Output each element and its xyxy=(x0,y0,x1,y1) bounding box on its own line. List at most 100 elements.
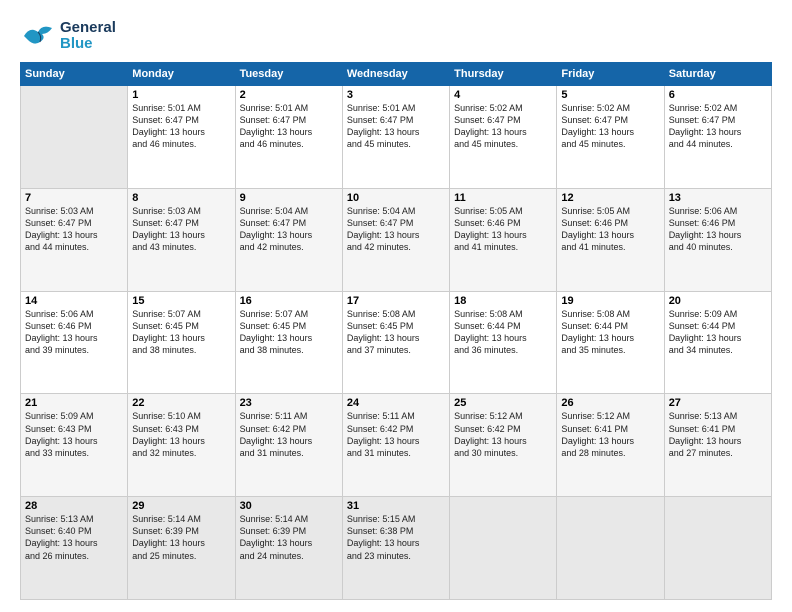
day-info: Sunrise: 5:05 AMSunset: 6:46 PMDaylight:… xyxy=(454,205,552,254)
header: General Blue xyxy=(20,18,772,54)
weekday-header-tuesday: Tuesday xyxy=(235,63,342,86)
day-cell: 3Sunrise: 5:01 AMSunset: 6:47 PMDaylight… xyxy=(342,86,449,189)
day-number: 28 xyxy=(25,500,123,512)
day-number: 24 xyxy=(347,397,445,409)
day-cell: 8Sunrise: 5:03 AMSunset: 6:47 PMDaylight… xyxy=(128,188,235,291)
weekday-header-friday: Friday xyxy=(557,63,664,86)
day-info: Sunrise: 5:08 AMSunset: 6:44 PMDaylight:… xyxy=(454,308,552,357)
day-cell xyxy=(557,497,664,600)
day-number: 6 xyxy=(669,89,767,101)
day-number: 17 xyxy=(347,295,445,307)
day-cell: 17Sunrise: 5:08 AMSunset: 6:45 PMDayligh… xyxy=(342,291,449,394)
day-number: 12 xyxy=(561,192,659,204)
day-info: Sunrise: 5:14 AMSunset: 6:39 PMDaylight:… xyxy=(132,513,230,562)
day-number: 5 xyxy=(561,89,659,101)
day-number: 10 xyxy=(347,192,445,204)
day-number: 30 xyxy=(240,500,338,512)
day-cell: 7Sunrise: 5:03 AMSunset: 6:47 PMDaylight… xyxy=(21,188,128,291)
day-info: Sunrise: 5:03 AMSunset: 6:47 PMDaylight:… xyxy=(25,205,123,254)
day-info: Sunrise: 5:08 AMSunset: 6:45 PMDaylight:… xyxy=(347,308,445,357)
day-info: Sunrise: 5:11 AMSunset: 6:42 PMDaylight:… xyxy=(240,410,338,459)
logo: General Blue xyxy=(20,18,116,54)
day-cell: 18Sunrise: 5:08 AMSunset: 6:44 PMDayligh… xyxy=(450,291,557,394)
weekday-header-monday: Monday xyxy=(128,63,235,86)
day-cell: 6Sunrise: 5:02 AMSunset: 6:47 PMDaylight… xyxy=(664,86,771,189)
day-cell: 11Sunrise: 5:05 AMSunset: 6:46 PMDayligh… xyxy=(450,188,557,291)
weekday-header-saturday: Saturday xyxy=(664,63,771,86)
day-number: 1 xyxy=(132,89,230,101)
day-info: Sunrise: 5:07 AMSunset: 6:45 PMDaylight:… xyxy=(132,308,230,357)
day-cell: 31Sunrise: 5:15 AMSunset: 6:38 PMDayligh… xyxy=(342,497,449,600)
day-cell: 26Sunrise: 5:12 AMSunset: 6:41 PMDayligh… xyxy=(557,394,664,497)
day-number: 27 xyxy=(669,397,767,409)
day-info: Sunrise: 5:04 AMSunset: 6:47 PMDaylight:… xyxy=(240,205,338,254)
day-info: Sunrise: 5:13 AMSunset: 6:41 PMDaylight:… xyxy=(669,410,767,459)
day-info: Sunrise: 5:12 AMSunset: 6:42 PMDaylight:… xyxy=(454,410,552,459)
day-number: 15 xyxy=(132,295,230,307)
page: General Blue SundayMondayTuesdayWednesda… xyxy=(0,0,792,612)
day-info: Sunrise: 5:01 AMSunset: 6:47 PMDaylight:… xyxy=(347,102,445,151)
day-info: Sunrise: 5:03 AMSunset: 6:47 PMDaylight:… xyxy=(132,205,230,254)
day-cell: 20Sunrise: 5:09 AMSunset: 6:44 PMDayligh… xyxy=(664,291,771,394)
day-info: Sunrise: 5:13 AMSunset: 6:40 PMDaylight:… xyxy=(25,513,123,562)
day-number: 22 xyxy=(132,397,230,409)
weekday-header-sunday: Sunday xyxy=(21,63,128,86)
day-info: Sunrise: 5:07 AMSunset: 6:45 PMDaylight:… xyxy=(240,308,338,357)
day-number: 26 xyxy=(561,397,659,409)
day-info: Sunrise: 5:06 AMSunset: 6:46 PMDaylight:… xyxy=(669,205,767,254)
day-number: 20 xyxy=(669,295,767,307)
weekday-header-row: SundayMondayTuesdayWednesdayThursdayFrid… xyxy=(21,63,772,86)
day-cell: 1Sunrise: 5:01 AMSunset: 6:47 PMDaylight… xyxy=(128,86,235,189)
day-number: 13 xyxy=(669,192,767,204)
weekday-header-thursday: Thursday xyxy=(450,63,557,86)
day-cell: 22Sunrise: 5:10 AMSunset: 6:43 PMDayligh… xyxy=(128,394,235,497)
day-cell: 21Sunrise: 5:09 AMSunset: 6:43 PMDayligh… xyxy=(21,394,128,497)
week-row-3: 14Sunrise: 5:06 AMSunset: 6:46 PMDayligh… xyxy=(21,291,772,394)
day-cell: 19Sunrise: 5:08 AMSunset: 6:44 PMDayligh… xyxy=(557,291,664,394)
logo-general: General xyxy=(60,20,116,37)
day-number: 21 xyxy=(25,397,123,409)
logo-blue: Blue xyxy=(60,36,116,53)
day-number: 4 xyxy=(454,89,552,101)
day-info: Sunrise: 5:02 AMSunset: 6:47 PMDaylight:… xyxy=(561,102,659,151)
day-info: Sunrise: 5:04 AMSunset: 6:47 PMDaylight:… xyxy=(347,205,445,254)
day-info: Sunrise: 5:15 AMSunset: 6:38 PMDaylight:… xyxy=(347,513,445,562)
day-number: 31 xyxy=(347,500,445,512)
day-cell: 14Sunrise: 5:06 AMSunset: 6:46 PMDayligh… xyxy=(21,291,128,394)
day-info: Sunrise: 5:01 AMSunset: 6:47 PMDaylight:… xyxy=(240,102,338,151)
weekday-header-wednesday: Wednesday xyxy=(342,63,449,86)
day-number: 25 xyxy=(454,397,552,409)
day-number: 16 xyxy=(240,295,338,307)
week-row-5: 28Sunrise: 5:13 AMSunset: 6:40 PMDayligh… xyxy=(21,497,772,600)
day-info: Sunrise: 5:10 AMSunset: 6:43 PMDaylight:… xyxy=(132,410,230,459)
day-cell: 12Sunrise: 5:05 AMSunset: 6:46 PMDayligh… xyxy=(557,188,664,291)
day-cell: 27Sunrise: 5:13 AMSunset: 6:41 PMDayligh… xyxy=(664,394,771,497)
day-cell: 25Sunrise: 5:12 AMSunset: 6:42 PMDayligh… xyxy=(450,394,557,497)
week-row-2: 7Sunrise: 5:03 AMSunset: 6:47 PMDaylight… xyxy=(21,188,772,291)
day-cell: 23Sunrise: 5:11 AMSunset: 6:42 PMDayligh… xyxy=(235,394,342,497)
day-cell: 9Sunrise: 5:04 AMSunset: 6:47 PMDaylight… xyxy=(235,188,342,291)
day-cell: 29Sunrise: 5:14 AMSunset: 6:39 PMDayligh… xyxy=(128,497,235,600)
logo-bird-icon xyxy=(20,18,56,54)
day-cell xyxy=(664,497,771,600)
day-cell: 30Sunrise: 5:14 AMSunset: 6:39 PMDayligh… xyxy=(235,497,342,600)
day-cell: 10Sunrise: 5:04 AMSunset: 6:47 PMDayligh… xyxy=(342,188,449,291)
day-info: Sunrise: 5:01 AMSunset: 6:47 PMDaylight:… xyxy=(132,102,230,151)
day-info: Sunrise: 5:12 AMSunset: 6:41 PMDaylight:… xyxy=(561,410,659,459)
day-number: 14 xyxy=(25,295,123,307)
day-cell xyxy=(21,86,128,189)
day-number: 11 xyxy=(454,192,552,204)
day-number: 8 xyxy=(132,192,230,204)
calendar-table: SundayMondayTuesdayWednesdayThursdayFrid… xyxy=(20,62,772,600)
day-info: Sunrise: 5:09 AMSunset: 6:44 PMDaylight:… xyxy=(669,308,767,357)
day-info: Sunrise: 5:05 AMSunset: 6:46 PMDaylight:… xyxy=(561,205,659,254)
day-info: Sunrise: 5:02 AMSunset: 6:47 PMDaylight:… xyxy=(454,102,552,151)
day-number: 9 xyxy=(240,192,338,204)
day-info: Sunrise: 5:02 AMSunset: 6:47 PMDaylight:… xyxy=(669,102,767,151)
day-number: 29 xyxy=(132,500,230,512)
day-cell: 13Sunrise: 5:06 AMSunset: 6:46 PMDayligh… xyxy=(664,188,771,291)
day-cell: 4Sunrise: 5:02 AMSunset: 6:47 PMDaylight… xyxy=(450,86,557,189)
day-number: 7 xyxy=(25,192,123,204)
day-cell: 28Sunrise: 5:13 AMSunset: 6:40 PMDayligh… xyxy=(21,497,128,600)
day-cell xyxy=(450,497,557,600)
